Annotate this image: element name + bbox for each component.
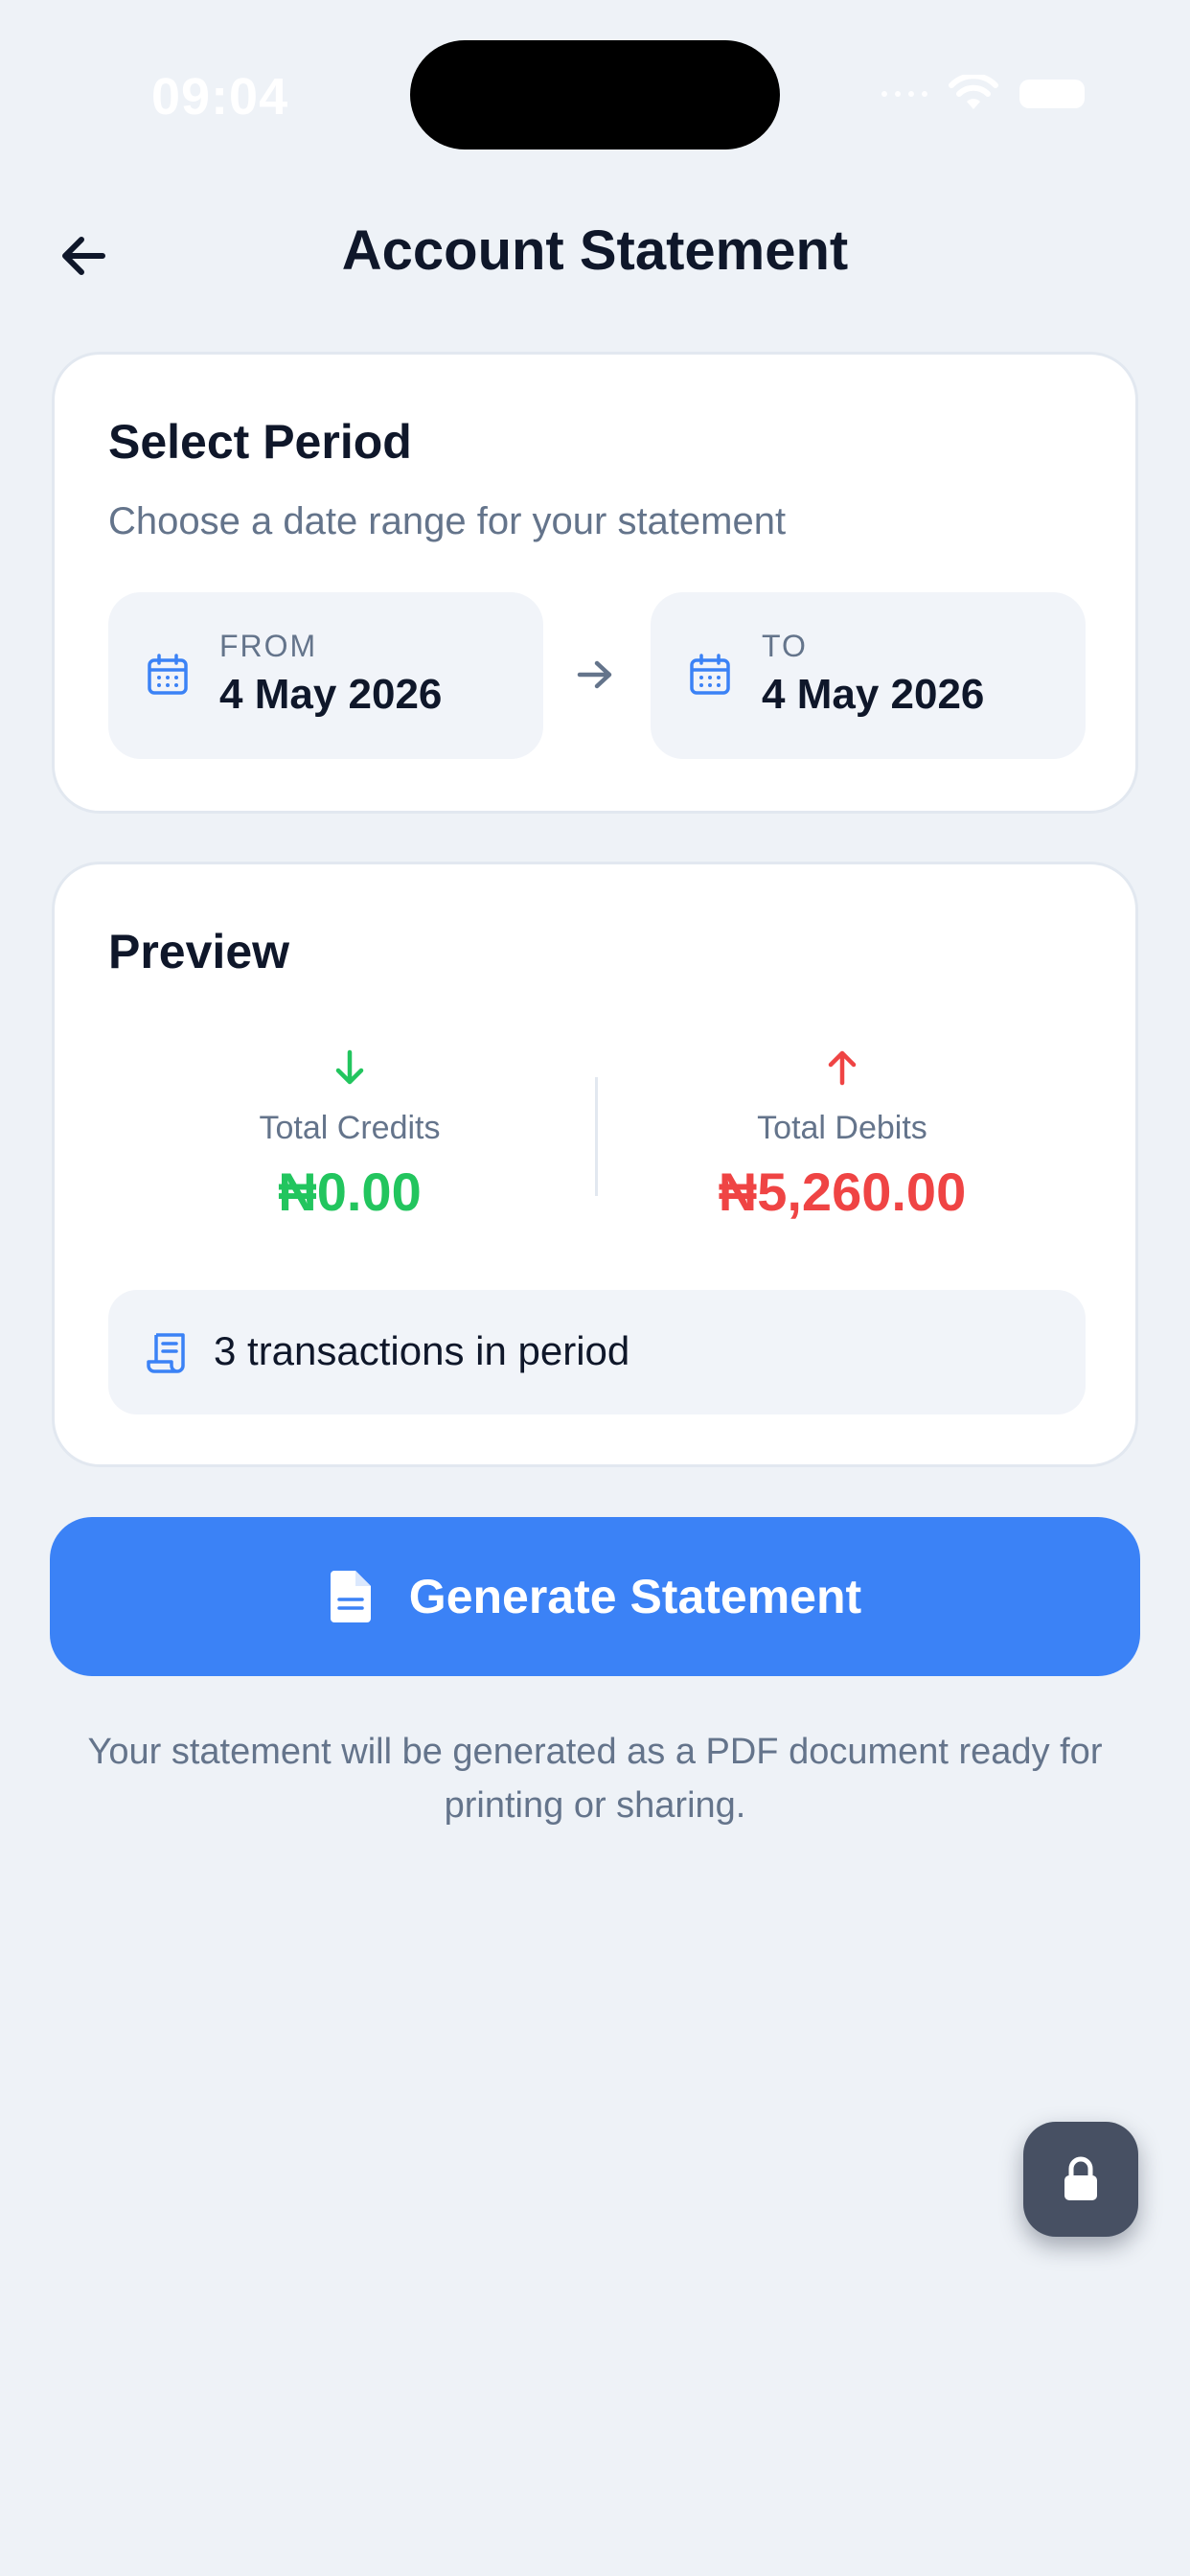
to-date-picker[interactable]: TO 4 May 2026 (651, 592, 1086, 759)
arrow-down-icon (335, 1049, 364, 1085)
from-label: FROM (219, 629, 318, 663)
document-icon (330, 1571, 371, 1622)
arrow-up-icon (828, 1050, 857, 1086)
preview-title: Preview (108, 925, 290, 978)
generate-statement-button[interactable]: Generate Statement (50, 1517, 1140, 1676)
total-credits-value: ₦0.00 (278, 1162, 422, 1222)
dynamic-island (410, 40, 780, 150)
lock-icon (1064, 2156, 1097, 2200)
battery-icon (1019, 80, 1085, 108)
lock-button[interactable] (1023, 2122, 1138, 2237)
total-debits: Total Debits ₦5,260.00 (597, 1046, 1087, 1223)
total-credits-label: Total Credits (259, 1110, 441, 1146)
generate-statement-label: Generate Statement (408, 1570, 862, 1623)
arrow-right-icon (577, 660, 612, 689)
receipt-icon (147, 1333, 185, 1373)
signal-icon (881, 91, 927, 97)
header: Account Statement (0, 211, 1190, 297)
wifi-icon (949, 75, 998, 109)
status-bar: 09:04 (0, 0, 1190, 192)
page-title: Account Statement (341, 219, 849, 282)
total-credits: Total Credits ₦0.00 (104, 1046, 595, 1223)
from-date-picker[interactable]: FROM 4 May 2026 (108, 592, 543, 759)
from-date-value: 4 May 2026 (219, 671, 443, 718)
preview-card: Preview Total Credits ₦0.00 Total Debits… (52, 862, 1138, 1467)
total-debits-label: Total Debits (757, 1110, 927, 1146)
transactions-count-text: 3 transactions in period (214, 1328, 630, 1373)
select-period-subtitle: Choose a date range for your statement (108, 500, 787, 542)
calendar-icon (690, 654, 730, 695)
calendar-icon (148, 654, 188, 695)
select-period-title: Select Period (108, 415, 412, 469)
total-debits-value: ₦5,260.00 (718, 1162, 967, 1222)
pdf-footnote: Your statement will be generated as a PD… (87, 1732, 1103, 1826)
to-date-value: 4 May 2026 (762, 671, 985, 718)
status-icons (881, 75, 1085, 113)
select-period-card: Select Period Choose a date range for yo… (52, 352, 1138, 814)
transactions-count-row: 3 transactions in period (108, 1290, 1086, 1414)
status-time: 09:04 (151, 68, 289, 126)
to-label: TO (762, 629, 808, 663)
